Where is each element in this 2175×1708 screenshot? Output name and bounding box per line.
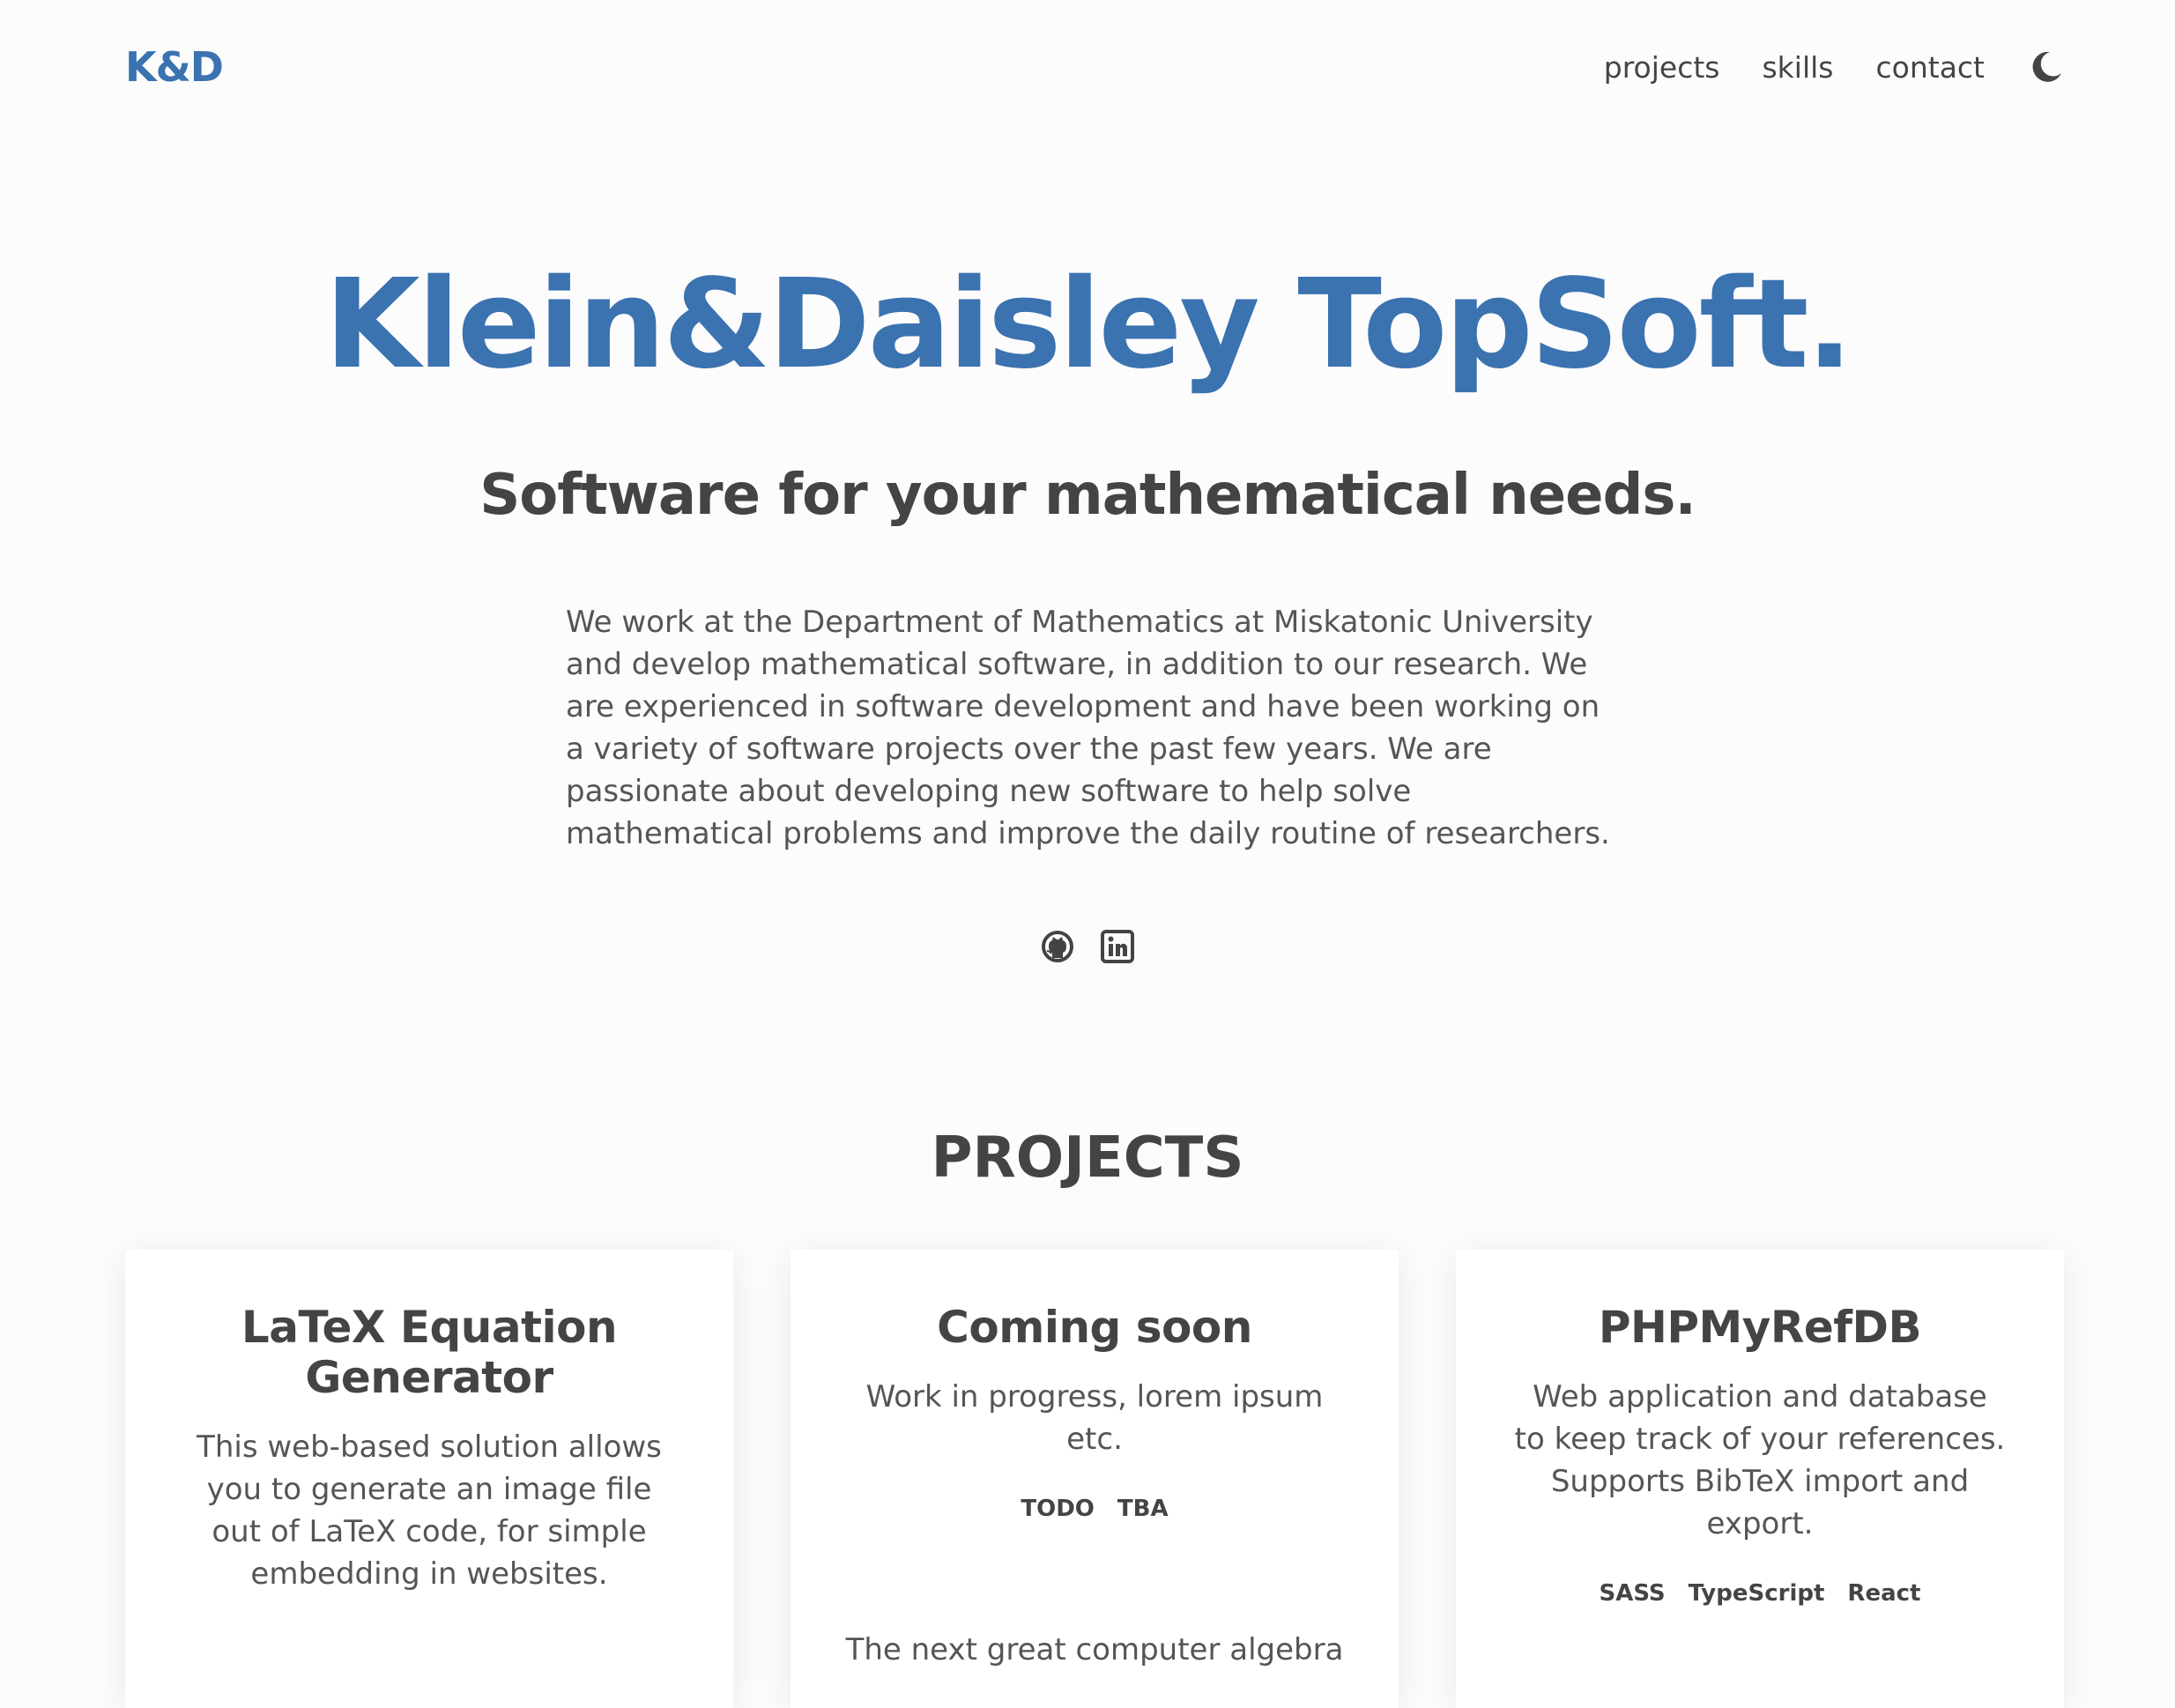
nav-link-contact[interactable]: contact [1876,50,1986,85]
hero-description: We work at the Department of Mathematics… [566,605,1610,851]
moon-icon[interactable] [2029,49,2064,85]
tag: SASS [1599,1580,1666,1607]
nav-link-skills[interactable]: skills [1762,50,1833,85]
project-title: LaTeX Equation Generator [241,1302,618,1403]
tag-list: SASS TypeScript React [1514,1580,2006,1607]
project-card-phpmyrefdb[interactable]: PHPMyRefDB Web application and database … [1456,1250,2064,1708]
project-description: Web application and database to keep tra… [1514,1379,2006,1541]
tag-list: TODO TBA [849,1496,1340,1522]
project-card-latex[interactable]: LaTeX Equation Generator This web-based … [125,1250,733,1708]
project-description: Work in progress, lorem ipsum etc. [865,1379,1324,1457]
logo-link[interactable]: K&D [125,43,224,91]
project-extra-text: The next great computer algebra [845,1632,1344,1667]
main-nav: projects skills contact [1562,49,2064,85]
tag: TypeScript [1688,1580,1825,1607]
social-links [0,929,2175,964]
project-description: This web-based solution allows you to ge… [197,1430,662,1592]
github-icon[interactable] [1040,929,1075,964]
projects-heading: PROJECTS [931,1125,1244,1191]
site-header: K&D projects skills contact [125,35,2064,99]
tag: TBA [1117,1496,1169,1522]
project-card-coming-soon[interactable]: Coming soon Work in progress, lorem ipsu… [791,1250,1399,1708]
tag: React [1847,1580,1921,1607]
hero-subtitle: Software for your mathematical needs. [479,463,1696,528]
tag: TODO [1021,1496,1095,1522]
project-title: Coming soon [937,1302,1252,1353]
linkedin-icon[interactable] [1100,929,1135,964]
hero-title: Klein&Daisley TopSoft. [324,253,1852,397]
nav-link-projects[interactable]: projects [1604,50,1720,85]
project-title: PHPMyRefDB [1598,1302,1922,1353]
